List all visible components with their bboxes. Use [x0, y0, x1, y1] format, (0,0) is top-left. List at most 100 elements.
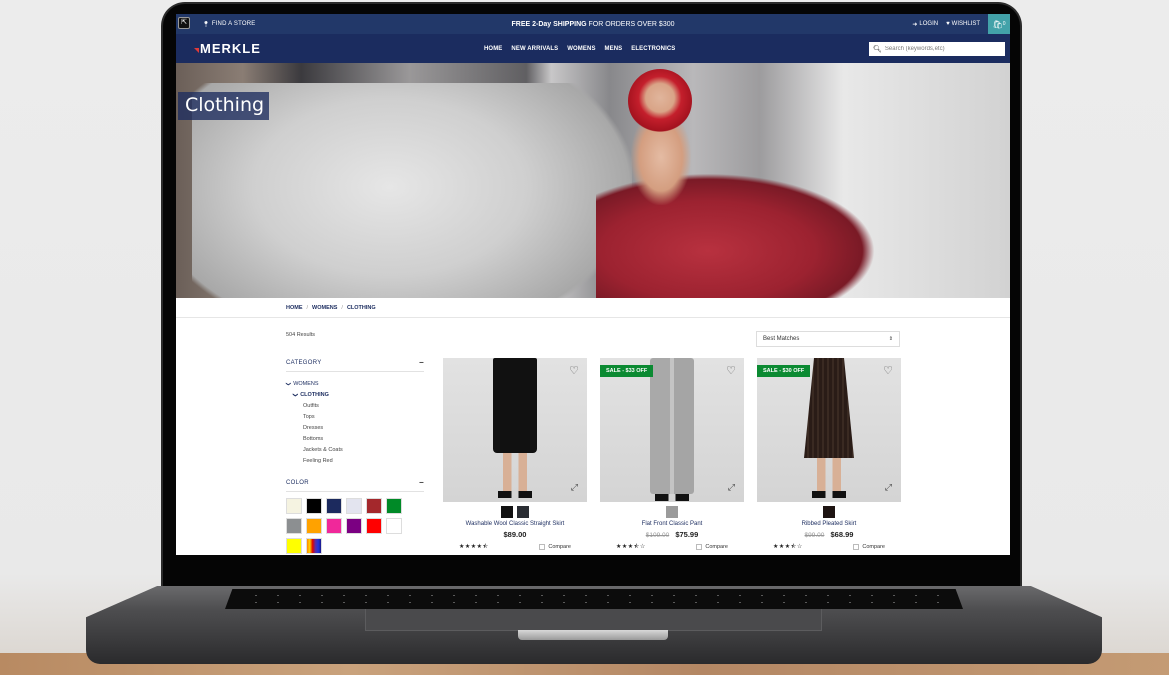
browser-screen: ⇱ 📍︎ FIND A STORE FREE 2-Day SHIPPING FO…: [176, 14, 1010, 555]
star-rating: ★★★⯪☆: [616, 544, 646, 550]
product-tile: SALE - $33 OFF ♡ ⤢ Flat Front Classic Pa…: [600, 358, 744, 552]
color-swatch[interactable]: [306, 518, 322, 534]
collapse-minus-icon[interactable]: −: [419, 358, 424, 367]
shipping-promo: FREE 2-Day SHIPPING FOR ORDERS OVER $300: [511, 20, 675, 28]
heart-icon: ♥: [946, 21, 950, 27]
find-a-store-link[interactable]: 📍︎ FIND A STORE: [202, 21, 255, 28]
checkbox-icon: [696, 544, 703, 550]
category-list: ❯ WOMENS ❯ CLOTHING Outfits Tops Dresses…: [285, 378, 424, 466]
nav-links: HOME NEW ARRIVALS WOMENS MENS ELECTRONIC…: [484, 46, 675, 52]
product-image[interactable]: ♡ ⤢: [443, 358, 587, 502]
original-price: $99.00: [804, 532, 825, 539]
merkle-logo[interactable]: MERKLE: [194, 41, 261, 56]
color-swatch-grid: [286, 498, 424, 554]
category-item-tops[interactable]: Tops: [286, 411, 424, 422]
category-item-jackets-coats[interactable]: Jackets & Coats: [286, 444, 424, 455]
results-count: 504 Results: [286, 332, 316, 338]
product-name[interactable]: Washable Wool Classic Straight Skirt: [443, 521, 587, 527]
finder-dock-icon[interactable]: ⇱: [178, 17, 190, 29]
product-image[interactable]: SALE - $33 OFF ♡ ⤢: [600, 358, 744, 502]
collapse-minus-icon[interactable]: −: [419, 478, 424, 487]
color-swatch[interactable]: [386, 518, 402, 534]
color-swatch[interactable]: [346, 518, 362, 534]
product-price: $99.00 $68.99: [804, 530, 854, 539]
original-price: $109.00: [645, 532, 670, 539]
product-name[interactable]: Flat Front Classic Pant: [600, 521, 744, 527]
product-swatch[interactable]: [823, 506, 835, 518]
main-nav: MERKLE HOME NEW ARRIVALS WOMENS MENS ELE…: [176, 34, 1010, 63]
product-tile: SALE - $30 OFF ♡ ⤢ Ribbed Pleated Skirt …: [757, 358, 901, 552]
sort-dropdown[interactable]: Best Matches ⇕: [756, 331, 900, 347]
nav-link-womens[interactable]: WOMENS: [567, 46, 595, 52]
breadcrumb-home[interactable]: HOME: [286, 305, 303, 311]
star-rating: ★★★★⯪: [459, 544, 489, 550]
compare-checkbox[interactable]: Compare: [853, 544, 885, 550]
nav-link-home[interactable]: HOME: [484, 46, 502, 52]
color-swatch[interactable]: [366, 498, 382, 514]
breadcrumb-womens[interactable]: WOMENS: [312, 305, 337, 311]
product-grid: ♡ ⤢ Washable Wool Classic Straight Skirt…: [443, 358, 901, 552]
color-swatch[interactable]: [366, 518, 382, 534]
color-swatch[interactable]: [346, 498, 362, 514]
laptop-trackpad: [365, 609, 822, 631]
login-link[interactable]: ➜ LOGIN: [912, 21, 938, 28]
compare-checkbox[interactable]: Compare: [539, 544, 571, 550]
sort-selected-value: Best Matches: [763, 336, 800, 342]
product-price: $109.00 $75.99: [645, 530, 699, 539]
product-swatch[interactable]: [517, 506, 529, 518]
breadcrumb-clothing[interactable]: CLOTHING: [347, 305, 376, 311]
breadcrumb-separator: /: [306, 304, 309, 311]
chevron-down-icon: ❯: [285, 381, 292, 386]
star-rating: ★★★⯪☆: [773, 544, 803, 550]
product-image[interactable]: SALE - $30 OFF ♡ ⤢: [757, 358, 901, 502]
category-item-bottoms[interactable]: Bottoms: [286, 433, 424, 444]
product-name[interactable]: Ribbed Pleated Skirt: [757, 521, 901, 527]
color-swatch[interactable]: [286, 518, 302, 534]
category-item-dresses[interactable]: Dresses: [286, 422, 424, 433]
wishlist-link[interactable]: ♥ WISHLIST: [946, 21, 980, 27]
hero-banner: Clothing: [176, 63, 1010, 298]
color-swatch[interactable]: [386, 498, 402, 514]
wishlist-heart-icon[interactable]: ♡: [726, 364, 736, 377]
product-swatches: [443, 506, 587, 518]
breadcrumb: HOME / WOMENS / CLOTHING: [176, 298, 1010, 318]
product-tile: ♡ ⤢ Washable Wool Classic Straight Skirt…: [443, 358, 587, 552]
category-item-clothing[interactable]: ❯ CLOTHING: [286, 389, 424, 400]
expand-arrows-icon[interactable]: ⤢: [728, 482, 735, 493]
compare-checkbox[interactable]: Compare: [696, 544, 728, 550]
sale-badge: SALE - $33 OFF: [600, 365, 654, 377]
color-facet-header[interactable]: COLOR −: [286, 478, 424, 492]
color-swatch[interactable]: [306, 538, 322, 554]
login-arrow-icon: ➜: [912, 21, 918, 28]
category-facet-header[interactable]: CATEGORY −: [286, 358, 424, 372]
wishlist-heart-icon[interactable]: ♡: [569, 364, 579, 377]
category-item-outfits[interactable]: Outfits: [286, 400, 424, 411]
search-icon[interactable]: 🔍︎: [873, 45, 882, 53]
product-swatch[interactable]: [501, 506, 513, 518]
sale-badge: SALE - $30 OFF: [757, 365, 811, 377]
hero-model-body-image: [631, 125, 691, 205]
expand-arrows-icon[interactable]: ⤢: [885, 482, 892, 493]
category-item-feeling-red[interactable]: Feeling Red: [286, 455, 424, 466]
cart-count: 0: [1002, 21, 1006, 27]
color-swatch[interactable]: [286, 538, 302, 554]
expand-arrows-icon[interactable]: ⤢: [571, 482, 578, 493]
color-swatch[interactable]: [326, 498, 342, 514]
filter-sidebar: CATEGORY − ❯ WOMENS ❯ CLOTHING Outfits T…: [285, 358, 424, 554]
color-swatch[interactable]: [326, 518, 342, 534]
nav-link-electronics[interactable]: ELECTRONICS: [631, 46, 675, 52]
product-price: $89.00: [503, 530, 527, 539]
search-input[interactable]: [884, 45, 995, 52]
listing-content: 504 Results Best Matches ⇕ CATEGORY − ❯ …: [176, 318, 1010, 555]
nav-link-mens[interactable]: MENS: [605, 46, 623, 52]
color-swatch[interactable]: [306, 498, 322, 514]
color-swatch[interactable]: [286, 498, 302, 514]
product-swatch[interactable]: [666, 506, 678, 518]
nav-link-new-arrivals[interactable]: NEW ARRIVALS: [511, 46, 558, 52]
product-swatches: [757, 506, 901, 518]
hero-title: Clothing: [178, 92, 270, 120]
wishlist-heart-icon[interactable]: ♡: [883, 364, 893, 377]
cart-button[interactable]: 🛍︎ 0: [988, 14, 1010, 34]
category-item-womens[interactable]: ❯ WOMENS: [285, 378, 424, 389]
checkbox-icon: [539, 544, 546, 550]
